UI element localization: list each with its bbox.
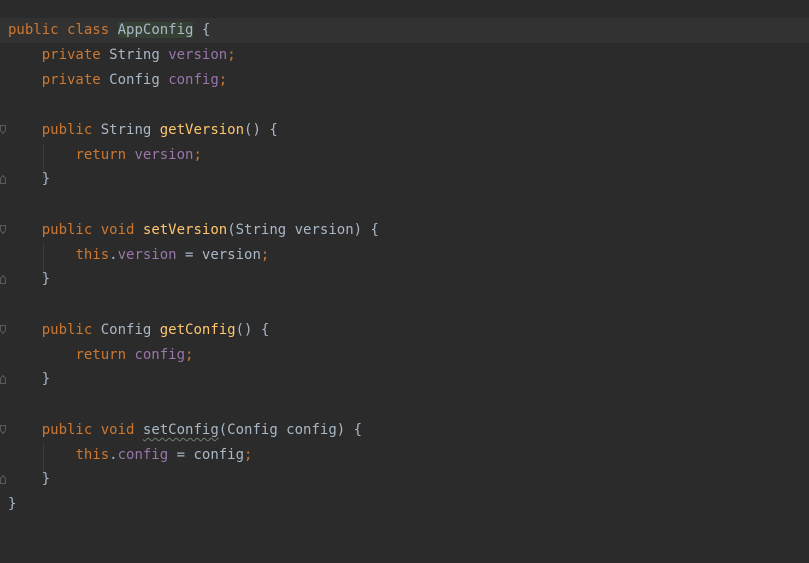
close-brace: } [41,371,51,387]
code-line-set-config[interactable]: public void setConfig(Config config) { [0,418,809,443]
method-get-config[interactable]: getConfig [160,322,236,338]
keyword-void: void [100,422,135,438]
semicolon: ; [227,47,236,63]
params: () [235,322,253,338]
field-version[interactable]: version [168,47,227,63]
field-config[interactable]: config [118,447,169,463]
semicolon: ; [185,347,194,363]
open-brace: { [260,322,270,338]
code-line-set-version[interactable]: public void setVersion(String version) { [0,218,809,243]
keyword-this: this [75,247,110,263]
field-version[interactable]: version [118,247,177,263]
keyword-return: return [75,347,127,363]
type-name: Config [109,72,160,88]
code-line-return-config[interactable]: return config; [0,343,809,368]
code-editor[interactable]: public class AppConfig { private String … [0,0,809,563]
semicolon: ; [260,247,270,263]
keyword-public: public [41,222,93,238]
method-get-version[interactable]: getVersion [160,122,244,138]
code-line-field-config[interactable]: private Config config; [0,68,809,93]
type-name: String [100,122,152,138]
semicolon: ; [218,72,228,88]
keyword-void: void [100,222,135,238]
class-name[interactable]: AppConfig [117,22,194,38]
close-brace: } [41,271,51,287]
field-config[interactable]: config [168,72,219,88]
code-line-return-version[interactable]: return version; [0,143,809,168]
semicolon: ; [244,447,253,463]
code-line-close-brace[interactable]: } [0,167,809,192]
code-line-class-close[interactable]: } [0,492,809,517]
open-brace: { [370,222,379,238]
assignment: = config [168,447,245,463]
code-line-close-brace[interactable]: } [0,467,809,492]
keyword-private: private [41,72,101,88]
code-line-get-config[interactable]: public Config getConfig() { [0,318,809,343]
close-brace: } [41,471,51,487]
type-name: String [109,47,160,63]
dot: . [109,447,118,463]
params: (Config config) [218,422,346,438]
dot: . [109,247,118,263]
params: () [244,122,261,138]
keyword-public: public [41,122,93,138]
open-brace: { [353,422,363,438]
open-brace: { [269,122,278,138]
keyword-return: return [75,147,127,163]
open-brace: { [201,22,211,38]
keyword-public: public [41,422,93,438]
close-brace: } [41,171,51,187]
code-line-assign-version[interactable]: this.version = version; [0,243,809,268]
code-line-close-brace[interactable]: } [0,367,809,392]
semicolon: ; [193,147,202,163]
code-line-close-brace[interactable]: } [0,267,809,292]
code-line-get-version[interactable]: public String getVersion() { [0,118,809,143]
method-set-version[interactable]: setVersion [143,222,227,238]
type-name: Config [100,322,152,338]
keyword-this: this [75,447,110,463]
params: (String version) [227,222,363,238]
keyword-public: public [41,322,93,338]
method-set-config[interactable]: setConfig [143,422,219,438]
code-line-class-decl[interactable]: public class AppConfig { [0,18,809,43]
keyword-class: class [67,22,110,38]
code-line-assign-config[interactable]: this.config = config; [0,443,809,468]
field-version[interactable]: version [134,147,193,163]
code-line-field-version[interactable]: private String version; [0,43,809,68]
field-config[interactable]: config [134,347,185,363]
assignment: = version [176,247,261,263]
keyword-public: public [8,22,59,38]
close-brace: } [8,496,17,512]
keyword-private: private [41,47,101,63]
